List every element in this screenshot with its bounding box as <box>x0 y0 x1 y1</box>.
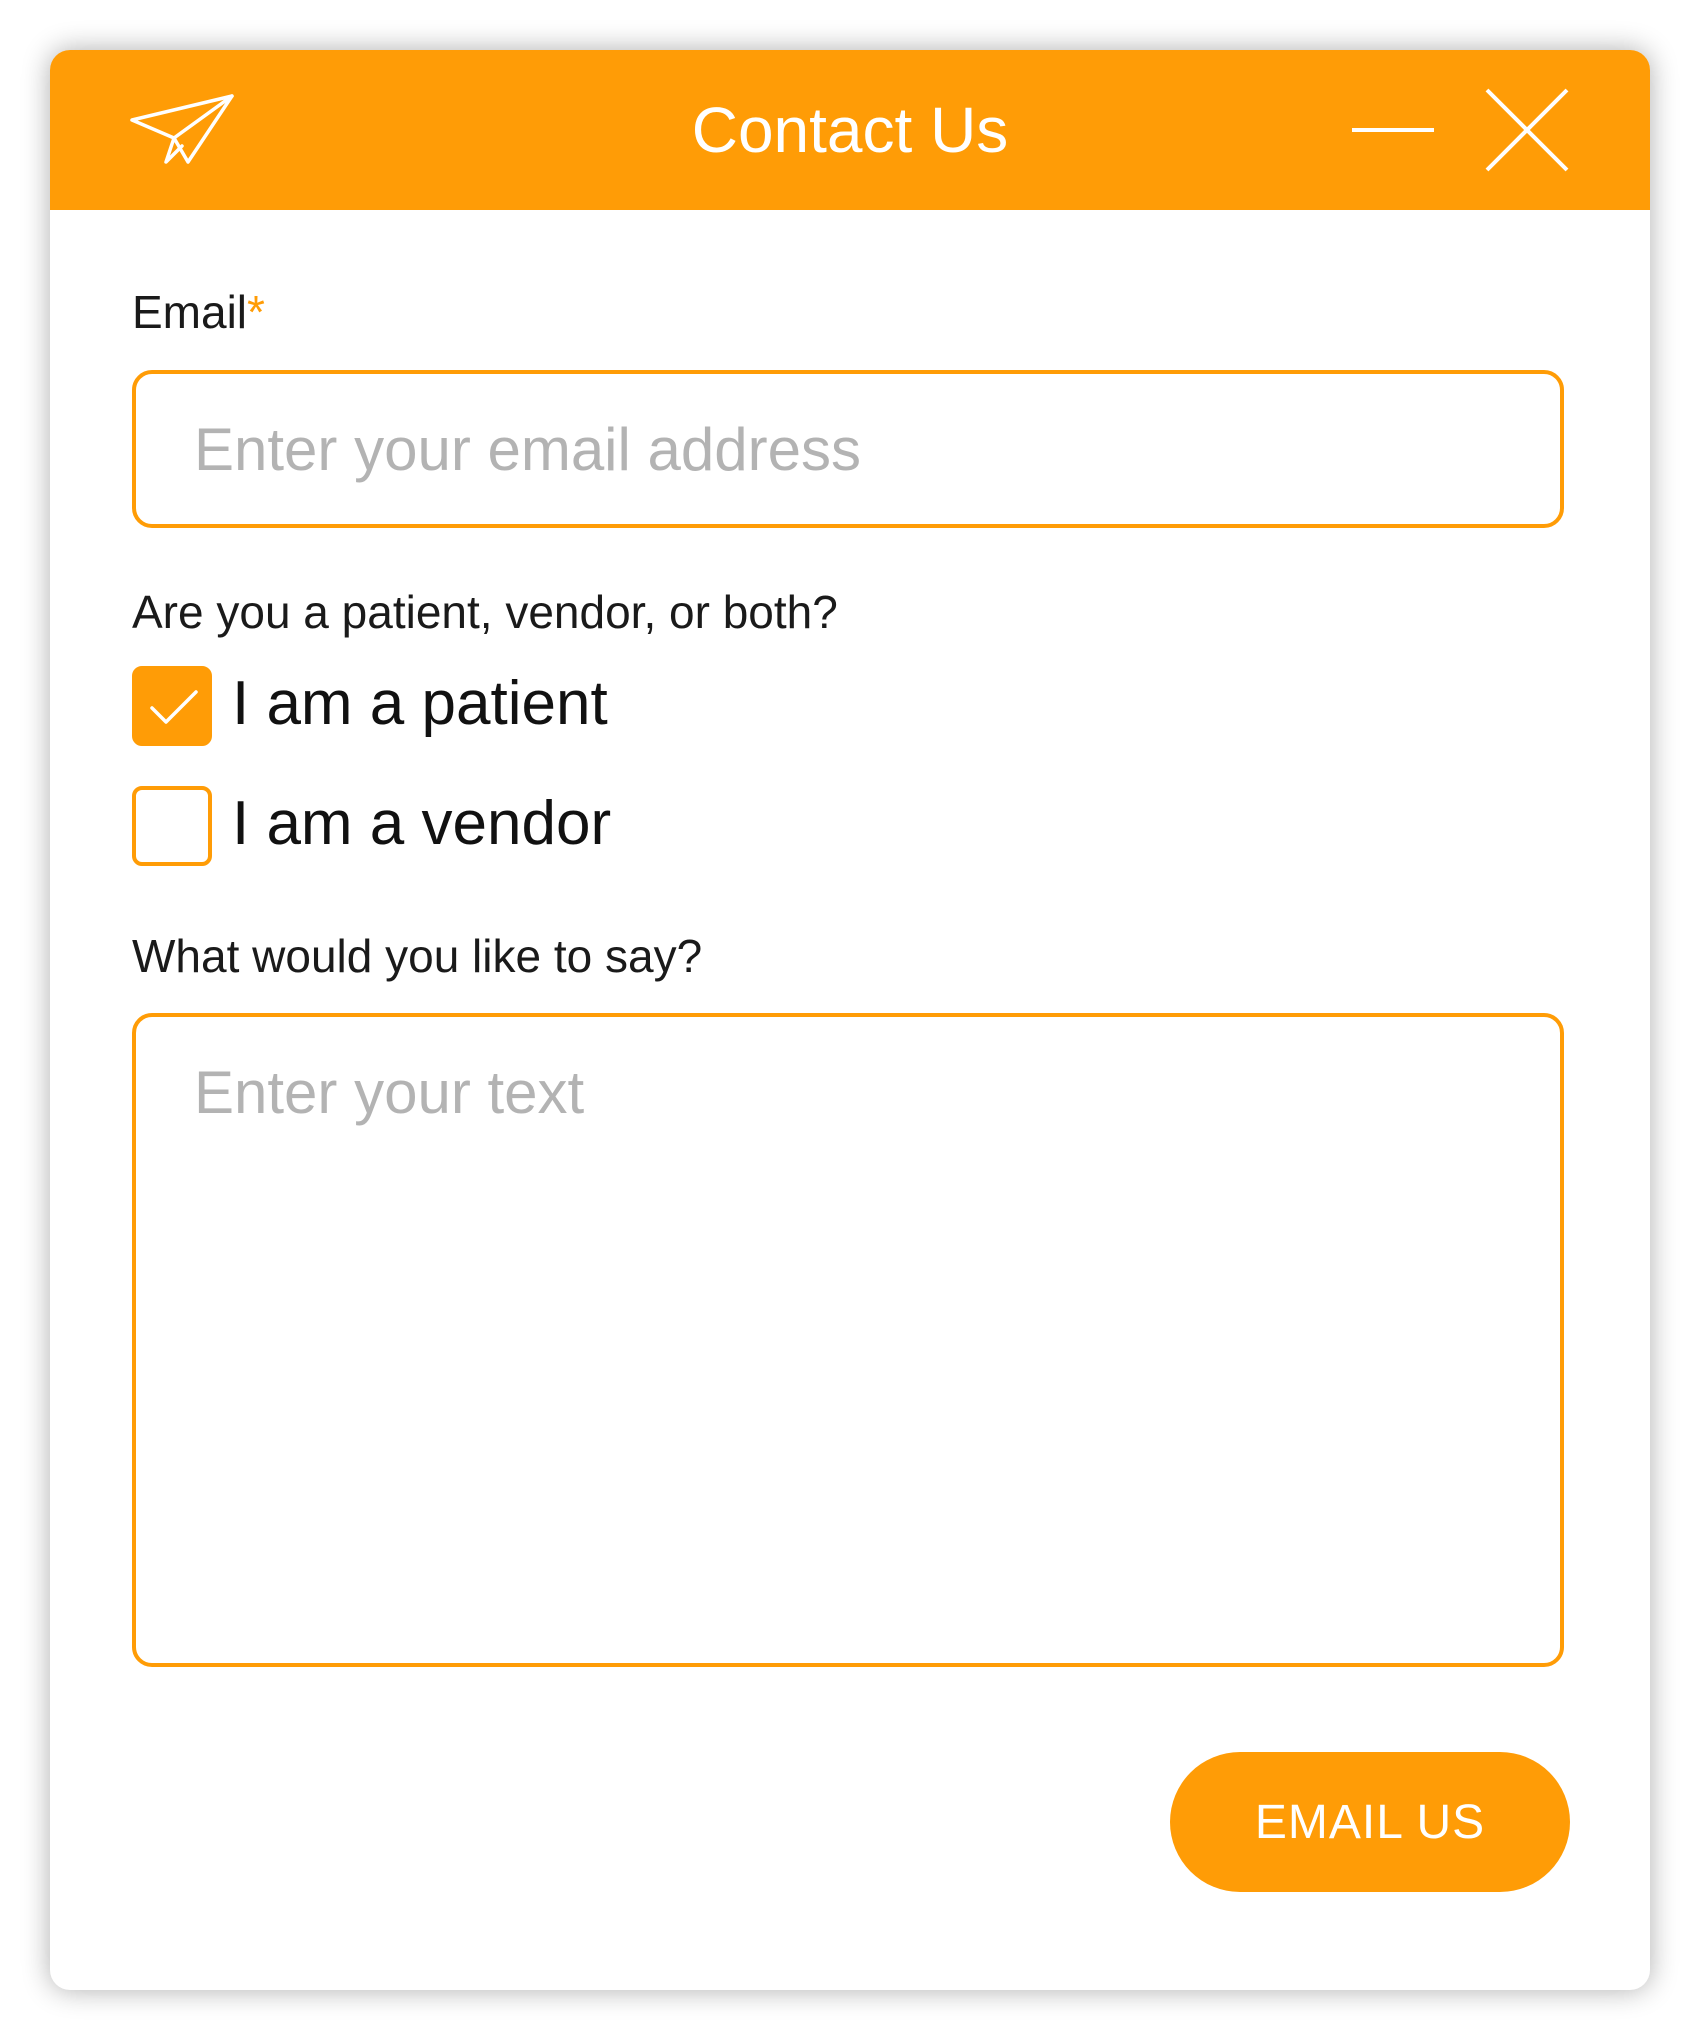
vendor-checkbox[interactable] <box>132 786 212 866</box>
email-input[interactable] <box>132 370 1564 528</box>
contact-dialog: Contact Us Email* Are you a patient, ven… <box>50 50 1650 1990</box>
checkmark-icon <box>150 690 198 724</box>
minimize-icon <box>1352 128 1434 132</box>
required-asterisk: * <box>247 286 265 338</box>
email-us-button[interactable]: EMAIL US <box>1170 1752 1570 1892</box>
email-label-text: Email <box>132 286 248 338</box>
patient-checkbox[interactable] <box>132 666 212 746</box>
role-question: Are you a patient, vendor, or both? <box>132 586 838 638</box>
close-icon <box>1485 88 1569 172</box>
dialog-header: Contact Us <box>50 50 1650 210</box>
message-label: What would you like to say? <box>132 930 703 982</box>
close-button[interactable] <box>1485 88 1569 172</box>
vendor-option-label[interactable]: I am a vendor <box>232 784 611 864</box>
patient-option-label[interactable]: I am a patient <box>232 664 608 744</box>
email-label: Email* <box>132 284 265 340</box>
minimize-button[interactable] <box>1350 100 1436 160</box>
message-textarea[interactable] <box>132 1013 1564 1667</box>
